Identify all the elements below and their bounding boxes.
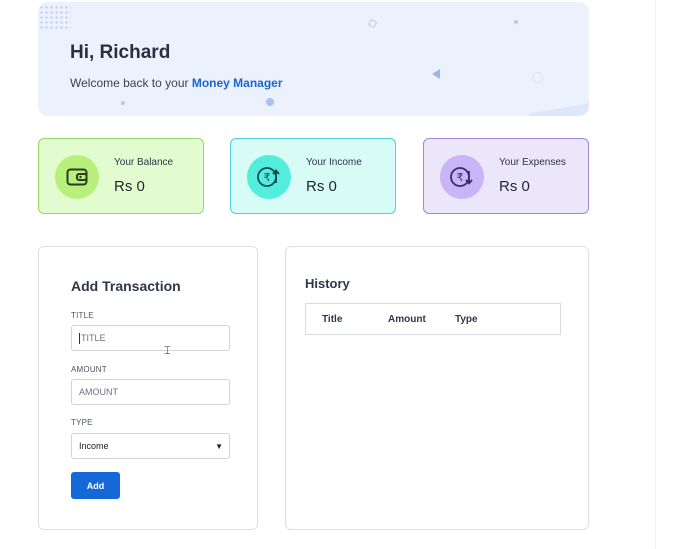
column-header-type: Type bbox=[455, 314, 478, 325]
svg-text:₹: ₹ bbox=[457, 171, 464, 184]
welcome-prefix: Welcome back to your bbox=[70, 76, 192, 90]
decoration-ring bbox=[532, 72, 543, 83]
decoration-dot bbox=[121, 101, 125, 105]
history-table: Title Amount Type bbox=[305, 303, 561, 335]
income-value: Rs 0 bbox=[306, 178, 337, 195]
column-header-amount: Amount bbox=[388, 314, 426, 325]
title-label: TITLE bbox=[71, 311, 94, 320]
wallet-icon bbox=[55, 155, 99, 199]
greeting-title: Hi, Richard bbox=[70, 42, 171, 63]
decoration-dot bbox=[266, 98, 274, 106]
column-header-title: Title bbox=[322, 314, 343, 325]
amount-placeholder: AMOUNT bbox=[79, 387, 118, 397]
welcome-banner: Hi, Richard Welcome back to your Money M… bbox=[38, 2, 589, 116]
expenses-card: ₹ Your Expenses Rs 0 bbox=[423, 138, 589, 214]
decoration-wave bbox=[529, 98, 589, 116]
dot-pattern-decoration bbox=[39, 5, 71, 31]
history-heading: History bbox=[305, 276, 350, 291]
income-card: ₹ Your Income Rs 0 bbox=[230, 138, 396, 214]
income-label: Your Income bbox=[306, 157, 362, 168]
balance-value: Rs 0 bbox=[114, 178, 145, 195]
add-transaction-panel: Add Transaction TITLE TITLE ⌶ AMOUNT AMO… bbox=[38, 246, 258, 530]
welcome-text: Welcome back to your Money Manager bbox=[70, 76, 283, 90]
rupee-expense-icon: ₹ bbox=[440, 155, 484, 199]
amount-input[interactable]: AMOUNT bbox=[71, 379, 230, 405]
type-select[interactable]: Income ▼ bbox=[71, 433, 230, 459]
type-label: TYPE bbox=[71, 418, 93, 427]
add-button[interactable]: Add bbox=[71, 472, 120, 499]
decoration-diamond bbox=[367, 18, 378, 29]
text-caret bbox=[79, 332, 80, 344]
balance-label: Your Balance bbox=[114, 157, 174, 168]
balance-card: Your Balance Rs 0 bbox=[38, 138, 204, 214]
decoration-triangle bbox=[432, 69, 440, 79]
svg-text:₹: ₹ bbox=[264, 171, 271, 184]
expenses-label: Your Expenses bbox=[499, 157, 566, 168]
history-panel: History Title Amount Type bbox=[285, 246, 589, 530]
title-placeholder: TITLE bbox=[81, 333, 106, 343]
type-selected-value: Income bbox=[79, 441, 109, 451]
i-beam-cursor-icon: ⌶ bbox=[164, 344, 171, 357]
decoration-dot bbox=[514, 20, 518, 24]
title-input[interactable]: TITLE bbox=[71, 325, 230, 351]
brand-name: Money Manager bbox=[191, 76, 283, 90]
chevron-down-icon: ▼ bbox=[215, 442, 223, 451]
add-transaction-heading: Add Transaction bbox=[71, 278, 181, 294]
expenses-value: Rs 0 bbox=[499, 178, 530, 195]
rupee-income-icon: ₹ bbox=[247, 155, 291, 199]
page-divider bbox=[655, 0, 656, 549]
amount-label: AMOUNT bbox=[71, 365, 107, 374]
